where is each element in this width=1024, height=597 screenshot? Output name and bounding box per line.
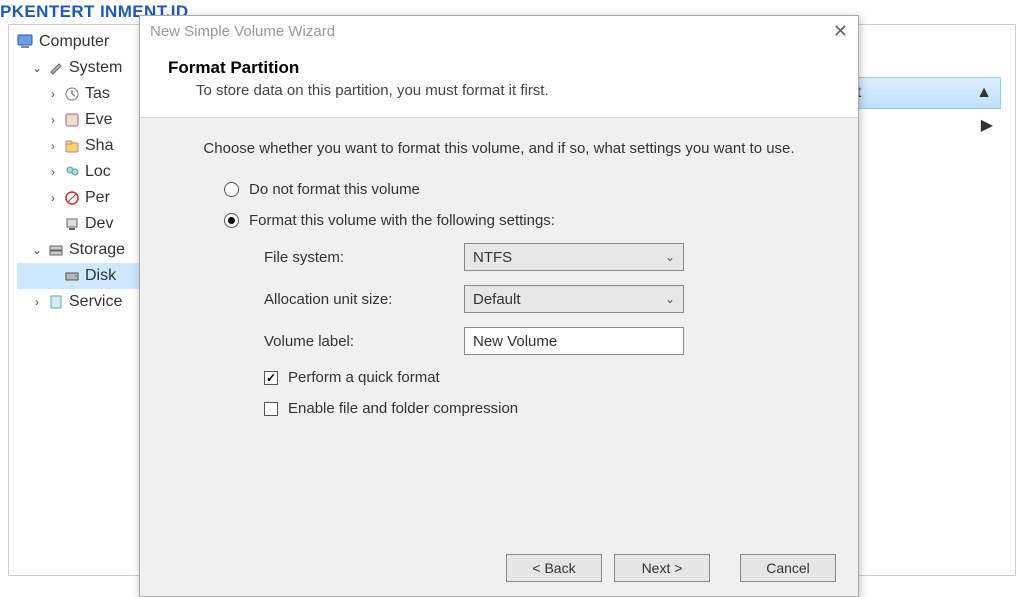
file-system-combo[interactable]: NTFS ⌄ — [464, 243, 684, 271]
wizard-header: Format Partition To store data on this p… — [140, 46, 858, 118]
wizard-dialog: New Simple Volume Wizard ✕ Format Partit… — [139, 15, 859, 597]
radio-format-with-settings[interactable]: Format this volume with the following se… — [224, 212, 818, 229]
tree-service[interactable]: › Service — [17, 289, 157, 315]
tree-label: System — [69, 55, 122, 81]
checkbox-enable-compression[interactable]: Enable file and folder compression — [264, 400, 818, 417]
disk-icon — [63, 267, 81, 285]
mmc-window: Computer ⌄ System › Tas › Eve › Sha › Loc › P… — [8, 24, 1016, 576]
chevron-right-icon: › — [47, 185, 59, 211]
triangle-up-icon: ▲ — [976, 84, 992, 102]
input-value: New Volume — [473, 333, 557, 350]
users-icon — [63, 163, 81, 181]
tree-item-per[interactable]: › Per — [17, 185, 157, 211]
wizard-title: New Simple Volume Wizard — [150, 23, 335, 40]
checkbox-label: Perform a quick format — [288, 369, 440, 386]
tree-label: Per — [85, 185, 110, 211]
wizard-instruction: Choose whether you want to format this v… — [180, 140, 818, 157]
back-button[interactable]: < Back — [506, 554, 602, 582]
tree-label: Dev — [85, 211, 113, 237]
tree-item-tas[interactable]: › Tas — [17, 81, 157, 107]
tools-icon — [47, 59, 65, 77]
tree-item-disk[interactable]: Disk — [17, 263, 157, 289]
tree-item-eve[interactable]: › Eve — [17, 107, 157, 133]
device-icon — [63, 215, 81, 233]
file-system-label: File system: — [264, 249, 464, 266]
close-icon[interactable]: ✕ — [833, 21, 848, 42]
tree-storage[interactable]: ⌄ Storage — [17, 237, 157, 263]
allocation-size-combo[interactable]: Default ⌄ — [464, 285, 684, 313]
performance-icon — [63, 189, 81, 207]
row-file-system: File system: NTFS ⌄ — [264, 243, 818, 271]
computer-icon — [17, 33, 35, 51]
checkbox-label: Enable file and folder compression — [288, 400, 518, 417]
next-button[interactable]: Next > — [614, 554, 710, 582]
radio-icon — [224, 182, 239, 197]
radio-label: Do not format this volume — [249, 181, 420, 198]
wizard-subheading: To store data on this partition, you mus… — [196, 82, 830, 99]
tree-label: Tas — [85, 81, 110, 107]
tree-item-sha[interactable]: › Sha — [17, 133, 157, 159]
combo-value: Default — [473, 291, 521, 308]
chevron-right-icon: › — [47, 81, 59, 107]
checkbox-quick-format[interactable]: Perform a quick format — [264, 369, 818, 386]
checkbox-icon-checked — [264, 371, 278, 385]
row-volume-label: Volume label: New Volume — [264, 327, 818, 355]
wizard-body: Choose whether you want to format this v… — [140, 118, 858, 441]
nav-tree: Computer ⌄ System › Tas › Eve › Sha › Loc › P… — [17, 29, 157, 315]
radio-no-format[interactable]: Do not format this volume — [224, 181, 818, 198]
event-icon — [63, 111, 81, 129]
chevron-down-icon: ⌄ — [665, 292, 675, 306]
chevron-down-icon: ⌄ — [31, 237, 43, 263]
tree-label: Eve — [85, 107, 113, 133]
wizard-footer: < Back Next > Cancel — [506, 554, 836, 582]
tree-label: Disk — [85, 263, 116, 289]
tree-root-computer[interactable]: Computer — [17, 29, 157, 55]
tree-item-loc[interactable]: › Loc — [17, 159, 157, 185]
volume-label-input[interactable]: New Volume — [464, 327, 684, 355]
cancel-button[interactable]: Cancel — [740, 554, 836, 582]
tree-system[interactable]: ⌄ System — [17, 55, 157, 81]
wizard-heading: Format Partition — [168, 58, 830, 78]
checkbox-icon — [264, 402, 278, 416]
format-settings: File system: NTFS ⌄ Allocation unit size… — [264, 243, 818, 417]
chevron-down-icon: ⌄ — [31, 55, 43, 81]
combo-value: NTFS — [473, 249, 512, 266]
tree-label: Loc — [85, 159, 111, 185]
tree-label: Computer — [39, 29, 109, 55]
chevron-right-icon: › — [47, 107, 59, 133]
clock-icon — [63, 85, 81, 103]
service-icon — [47, 293, 65, 311]
row-allocation-size: Allocation unit size: Default ⌄ — [264, 285, 818, 313]
chevron-right-icon: › — [31, 289, 43, 315]
volume-label-label: Volume label: — [264, 333, 464, 350]
chevron-down-icon: ⌄ — [665, 250, 675, 264]
wizard-titlebar: New Simple Volume Wizard ✕ — [140, 16, 858, 46]
allocation-size-label: Allocation unit size: — [264, 291, 464, 308]
tree-label: Sha — [85, 133, 113, 159]
triangle-right-icon: ▶ — [981, 115, 993, 135]
storage-icon — [47, 241, 65, 259]
tree-label: Service — [69, 289, 122, 315]
radio-icon-selected — [224, 213, 239, 228]
chevron-right-icon: › — [47, 133, 59, 159]
tree-label: Storage — [69, 237, 125, 263]
shared-folder-icon — [63, 137, 81, 155]
radio-label: Format this volume with the following se… — [249, 212, 555, 229]
chevron-right-icon: › — [47, 159, 59, 185]
tree-item-dev[interactable]: Dev — [17, 211, 157, 237]
